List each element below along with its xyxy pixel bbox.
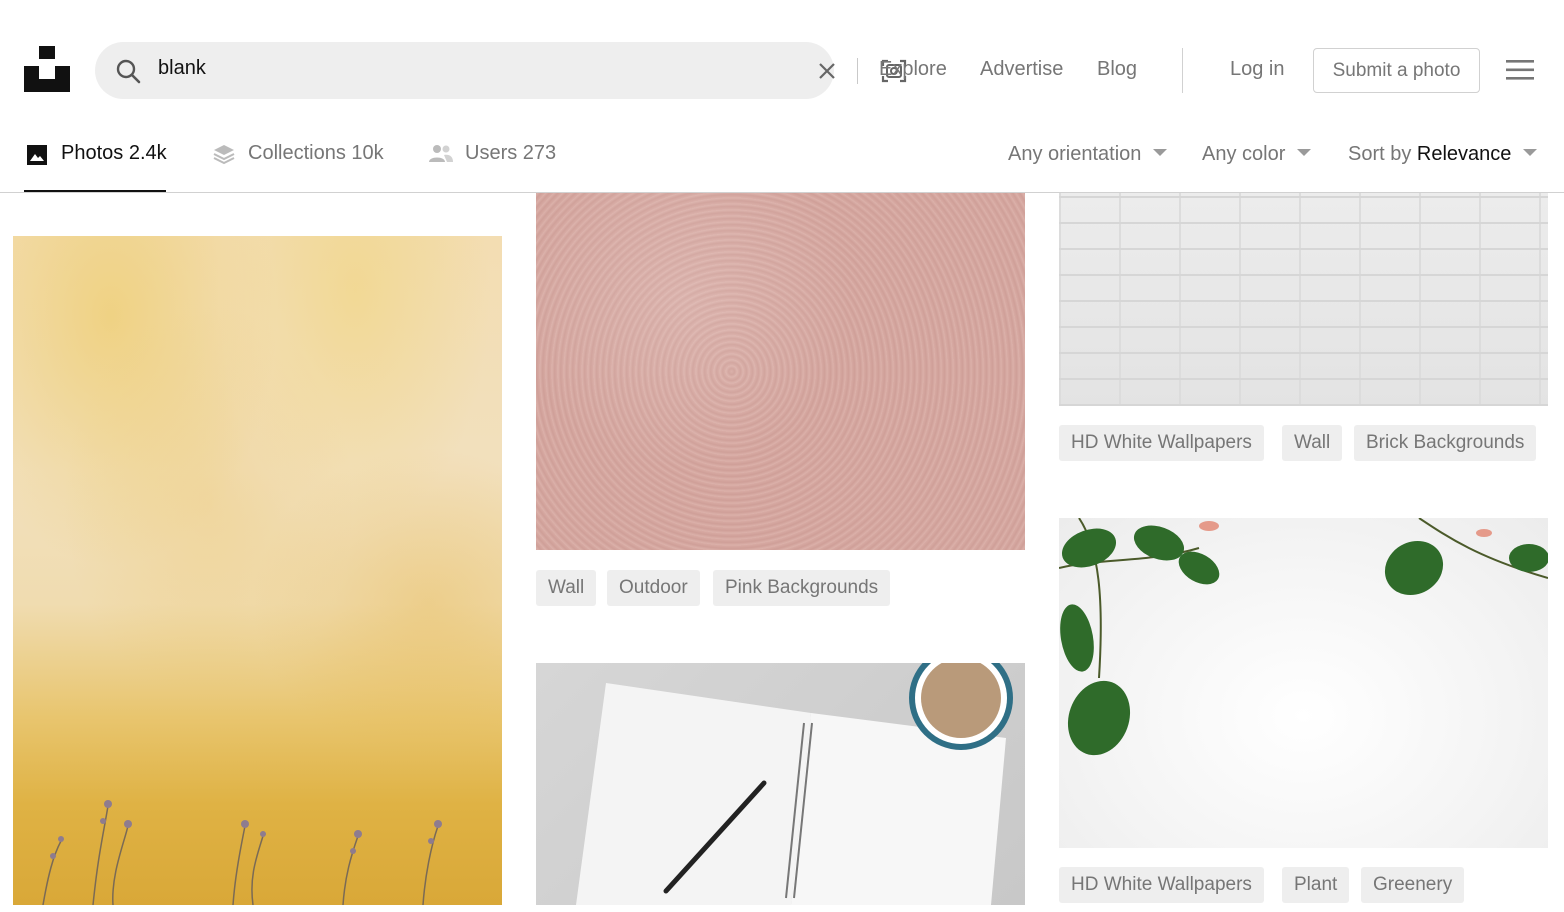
tag-chip[interactable]: Pink Backgrounds [713, 570, 891, 606]
login-link[interactable]: Log in [1230, 58, 1285, 81]
tab-photos-count: 2.4k [128, 142, 167, 164]
submit-photo-button[interactable]: Submit a photo [1313, 48, 1480, 93]
color-filter-label: Any color [1202, 143, 1286, 165]
nav-divider [1182, 48, 1183, 93]
tag-chip[interactable]: Greenery [1361, 867, 1465, 903]
search-icon[interactable] [115, 58, 141, 84]
photo-card[interactable] [536, 663, 1025, 905]
plant-leaves-illustration [1059, 518, 1548, 756]
chevron-down-icon [1153, 149, 1168, 157]
search-input[interactable]: blank [158, 57, 206, 80]
users-icon [429, 145, 453, 162]
photo-card[interactable] [13, 236, 502, 905]
unsplash-logo-icon[interactable] [24, 46, 70, 92]
tab-collections-count: 10k [351, 142, 384, 164]
orientation-filter-label: Any orientation [1008, 143, 1142, 165]
top-header: blank Explore Advertise Blog Log in Subm… [0, 0, 1564, 140]
nav-explore[interactable]: Explore [879, 58, 947, 81]
photo-card[interactable] [1059, 518, 1548, 848]
nav-advertise[interactable]: Advertise [980, 58, 1063, 81]
chevron-down-icon [1523, 149, 1538, 157]
tag-chip[interactable]: Wall [536, 570, 597, 606]
nav-blog[interactable]: Blog [1097, 58, 1137, 81]
photo-card[interactable] [1059, 193, 1548, 406]
tab-photos[interactable]: Photos 2.4k [24, 130, 169, 178]
search-divider [857, 58, 858, 84]
notebook-illustration [576, 663, 1013, 905]
tab-users-count: 273 [522, 142, 557, 164]
tag-chip[interactable]: Plant [1282, 867, 1350, 903]
close-icon[interactable] [816, 60, 838, 82]
dried-flowers-decoration [42, 800, 442, 905]
menu-icon[interactable] [1506, 59, 1534, 81]
image-icon [27, 145, 47, 165]
tag-chip[interactable]: Wall [1282, 425, 1343, 461]
sort-filter[interactable]: Sort by Relevance [1348, 143, 1538, 166]
tab-users-label: Users [465, 142, 518, 164]
photo-card[interactable] [536, 193, 1025, 550]
tag-chip[interactable]: Outdoor [607, 570, 700, 606]
sort-prefix: Sort by [1348, 143, 1412, 165]
search-bar[interactable]: blank [95, 42, 907, 99]
collections-icon [213, 145, 235, 165]
tab-collections-label: Collections [248, 142, 346, 164]
tag-chip[interactable]: HD White Wallpapers [1059, 425, 1264, 461]
sort-value: Relevance [1416, 143, 1512, 165]
tab-users[interactable]: Users 273 [428, 130, 558, 178]
chevron-down-icon [1297, 149, 1312, 157]
tab-collections[interactable]: Collections 10k [212, 130, 387, 178]
orientation-filter[interactable]: Any orientation [1008, 143, 1168, 166]
tag-chip[interactable]: Brick Backgrounds [1354, 425, 1537, 461]
tag-chip[interactable]: HD White Wallpapers [1059, 867, 1264, 903]
tab-photos-label: Photos [61, 142, 124, 164]
color-filter[interactable]: Any color [1202, 143, 1312, 166]
